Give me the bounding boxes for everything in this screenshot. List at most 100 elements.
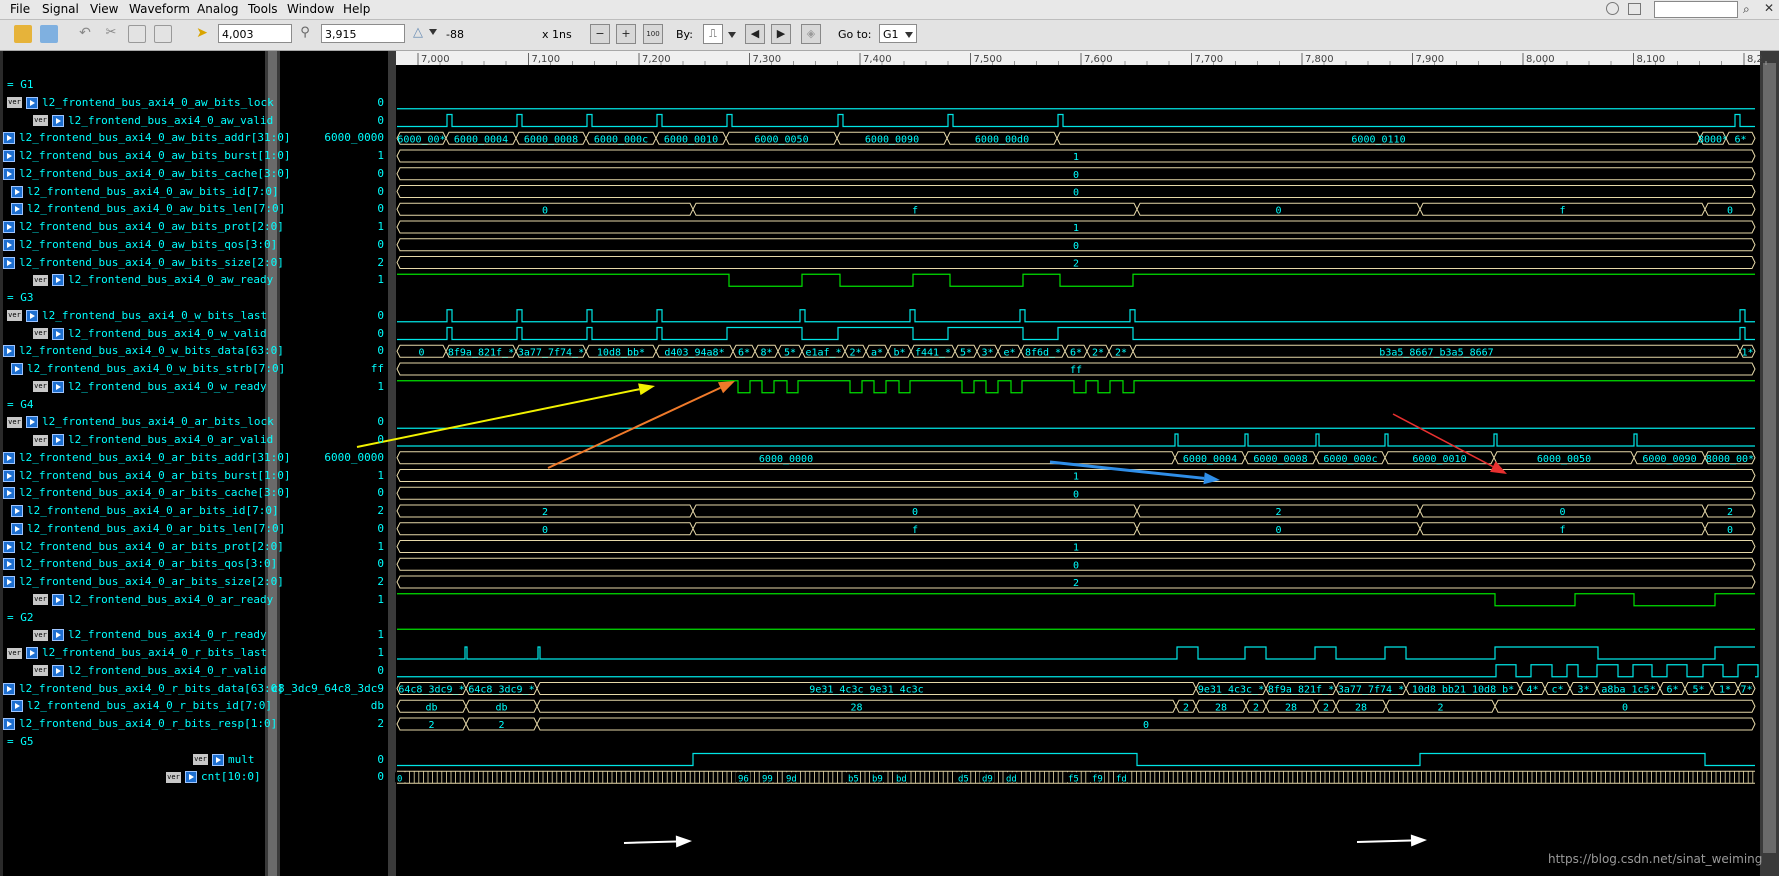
waveform-row[interactable]: 1: [396, 149, 1756, 163]
cut-icon[interactable]: ✂: [102, 25, 120, 43]
waveform-row[interactable]: 64c8_3dc9_* 64c8_3dc9_* 9e31_4c3c_9e31_4c3…: [396, 682, 1756, 696]
waveform-row[interactable]: [397, 593, 1755, 607]
zoom-fit-button[interactable]: 100: [643, 24, 663, 44]
menu-file[interactable]: File: [10, 2, 30, 16]
waveform-row[interactable]: [397, 380, 1755, 394]
waveform-row[interactable]: 2 0 2 0 2: [396, 504, 1756, 518]
waveform-row[interactable]: 0: [396, 167, 1756, 181]
waveform-row[interactable]: 6000_0000 6000_0004 6000_0008 6000_000c 6000…: [396, 451, 1756, 465]
waveform-row[interactable]: 2: [396, 256, 1756, 270]
signal-name-row[interactable]: ver cnt[10:0]: [166, 768, 261, 786]
delta-dropdown-icon[interactable]: [429, 29, 437, 35]
signal-name-row[interactable]: l2_frontend_bus_axi4_0_r_bits_resp[1:0]: [3, 715, 277, 733]
signal-name-row[interactable]: l2_frontend_bus_axi4_0_ar_bits_cache[3:0…: [3, 484, 291, 502]
undo-icon[interactable]: ↶: [76, 25, 94, 43]
signal-name-row[interactable]: l2_frontend_bus_axi4_0_w_bits_data[63:0]: [3, 342, 284, 360]
signal-name-row[interactable]: ver l2_frontend_bus_axi4_0_ar_ready: [33, 591, 273, 609]
signal-name-row[interactable]: ver l2_frontend_bus_axi4_0_w_ready: [33, 378, 267, 396]
time-ruler[interactable]: 7,000 7,100 7,200 7,300 7,400 7,500 7,600 7,700…: [396, 51, 1779, 65]
waveform-row[interactable]: 1: [396, 220, 1756, 234]
signal-name-row[interactable]: ver l2_frontend_bus_axi4_0_r_valid: [33, 662, 267, 680]
signal-name-row[interactable]: l2_frontend_bus_axi4_0_ar_bits_addr[31:0…: [3, 449, 291, 467]
signal-name-row[interactable]: l2_frontend_bus_axi4_0_aw_bits_addr[31:0…: [3, 129, 291, 147]
waveform-row[interactable]: 2 2 0: [396, 717, 1756, 731]
signal-name-row[interactable]: ver l2_frontend_bus_axi4_0_aw_ready: [33, 271, 273, 289]
cursor-time-field[interactable]: 4,003: [218, 24, 292, 43]
signal-name-row[interactable]: ver l2_frontend_bus_axi4_0_ar_valid: [33, 431, 273, 449]
waveform-row[interactable]: [397, 326, 1755, 341]
signal-name-row[interactable]: ver l2_frontend_bus_axi4_0_r_bits_last: [7, 644, 267, 662]
waveform-row[interactable]: [397, 113, 1755, 128]
reload-icon[interactable]: [40, 25, 58, 43]
open-folder-icon[interactable]: [14, 25, 32, 43]
group-header[interactable]: = G1: [7, 76, 34, 94]
signal-name-row[interactable]: l2_frontend_bus_axi4_0_aw_bits_id[7:0]: [11, 183, 279, 201]
cursor-pointer-icon[interactable]: ➤: [193, 25, 211, 43]
signal-name-row[interactable]: ver l2_frontend_bus_axi4_0_r_ready: [33, 626, 267, 644]
signal-name-row[interactable]: ver l2_frontend_bus_axi4_0_aw_valid: [33, 112, 273, 130]
group-header[interactable]: = G3: [7, 289, 34, 307]
signal-name-row[interactable]: ver l2_frontend_bus_axi4_0_w_valid: [33, 325, 267, 343]
signal-name-row[interactable]: l2_frontend_bus_axi4_0_ar_bits_id[7:0]: [11, 502, 279, 520]
waveform-row[interactable]: db db 28 2 28 2 28 2 28 2 0: [396, 699, 1756, 713]
signal-name-row[interactable]: l2_frontend_bus_axi4_0_ar_bits_qos[3:0]: [3, 555, 277, 573]
marker-time-field[interactable]: 3,915: [321, 24, 405, 43]
prev-edge-icon[interactable]: ◀: [745, 24, 765, 44]
window-icon[interactable]: [1628, 3, 1641, 15]
menu-window[interactable]: Window: [287, 2, 334, 16]
edge-select-icon[interactable]: ⎍: [703, 24, 723, 44]
group-header[interactable]: = G5: [7, 733, 34, 751]
settings-icon[interactable]: [1606, 2, 1619, 15]
group-header[interactable]: = G4: [7, 396, 34, 414]
chevron-down-icon[interactable]: [905, 32, 913, 38]
signal-name-row[interactable]: ver l2_frontend_bus_axi4_0_aw_bits_lock: [7, 94, 274, 112]
waveform-row[interactable]: [397, 646, 1755, 660]
waveform-row[interactable]: 0 96 99 9d b5 b9 bd d5 d9 dd f5 f9 fd: [395, 770, 1755, 784]
next-edge-icon[interactable]: ▶: [771, 24, 791, 44]
waveform-row[interactable]: [397, 664, 1759, 678]
signal-name-row[interactable]: l2_frontend_bus_axi4_0_aw_bits_len[7:0]: [11, 200, 285, 218]
waveform-row[interactable]: 6000_00* 6000_0004 6000_0008 6000_000c 6000_…: [396, 131, 1756, 145]
signal-name-row[interactable]: l2_frontend_bus_axi4_0_r_bits_id[7:0]: [11, 697, 272, 715]
waveform-row[interactable]: 0: [396, 557, 1756, 571]
waveform-row[interactable]: [397, 309, 1755, 323]
menu-view[interactable]: View: [90, 2, 118, 16]
signal-name-row[interactable]: l2_frontend_bus_axi4_0_ar_bits_len[7:0]: [11, 520, 285, 538]
signal-name-row[interactable]: l2_frontend_bus_axi4_0_aw_bits_prot[2:0]: [3, 218, 284, 236]
signal-name-row[interactable]: l2_frontend_bus_axi4_0_aw_bits_burst[1:0…: [3, 147, 291, 165]
pane-splitter[interactable]: [388, 51, 396, 876]
zoom-out-icon[interactable]: −: [590, 24, 610, 44]
waveform-row[interactable]: 0: [396, 238, 1756, 252]
signal-name-row[interactable]: l2_frontend_bus_axi4_0_w_bits_strb[7:0]: [11, 360, 285, 378]
menu-tools[interactable]: Tools: [248, 2, 278, 16]
waveform-row[interactable]: ff: [396, 362, 1756, 376]
signal-name-row[interactable]: l2_frontend_bus_axi4_0_ar_bits_size[2:0]: [3, 573, 284, 591]
signal-name-row[interactable]: ver l2_frontend_bus_axi4_0_ar_bits_lock: [7, 413, 274, 431]
waveform-row[interactable]: [397, 273, 1755, 287]
waveform-row[interactable]: [397, 752, 1755, 767]
signal-name-row[interactable]: l2_frontend_bus_axi4_0_ar_bits_burst[1:0…: [3, 467, 291, 485]
edge-dropdown-icon[interactable]: [728, 32, 736, 38]
menu-analog[interactable]: Analog: [197, 2, 238, 16]
paste-icon[interactable]: [154, 25, 172, 43]
marker-icon[interactable]: ⚲: [296, 25, 314, 43]
waveform-row[interactable]: 1: [396, 540, 1756, 554]
signal-name-row[interactable]: ver mult: [193, 751, 255, 769]
wave-scrollbar-thumb[interactable]: [1763, 63, 1776, 853]
close-icon[interactable]: ✕: [1764, 1, 1774, 15]
waveform-row[interactable]: 2: [396, 575, 1756, 589]
menu-help[interactable]: Help: [343, 2, 370, 16]
signal-name-row[interactable]: l2_frontend_bus_axi4_0_aw_bits_size[2:0]: [3, 254, 284, 272]
signal-name-row[interactable]: l2_frontend_bus_axi4_0_aw_bits_qos[3:0]: [3, 236, 277, 254]
waveform-row[interactable]: 0 8f9a_821f_* 3a77_7f74_* 10d8_bb* d403_94a8…: [396, 344, 1756, 358]
signal-name-row[interactable]: l2_frontend_bus_axi4_0_r_bits_data[63:0]: [3, 680, 284, 698]
zoom-in-icon[interactable]: +: [616, 24, 636, 44]
waveform-row[interactable]: 0: [396, 185, 1756, 199]
search-icon[interactable]: ⌕: [1743, 2, 1750, 17]
signal-name-row[interactable]: l2_frontend_bus_axi4_0_aw_bits_cache[3:0…: [3, 165, 291, 183]
copy-icon[interactable]: [128, 25, 146, 43]
menu-waveform[interactable]: Waveform: [129, 2, 190, 16]
menu-signal[interactable]: Signal: [42, 2, 79, 16]
search-input[interactable]: [1654, 1, 1738, 18]
waveform-row[interactable]: 1: [396, 469, 1756, 483]
